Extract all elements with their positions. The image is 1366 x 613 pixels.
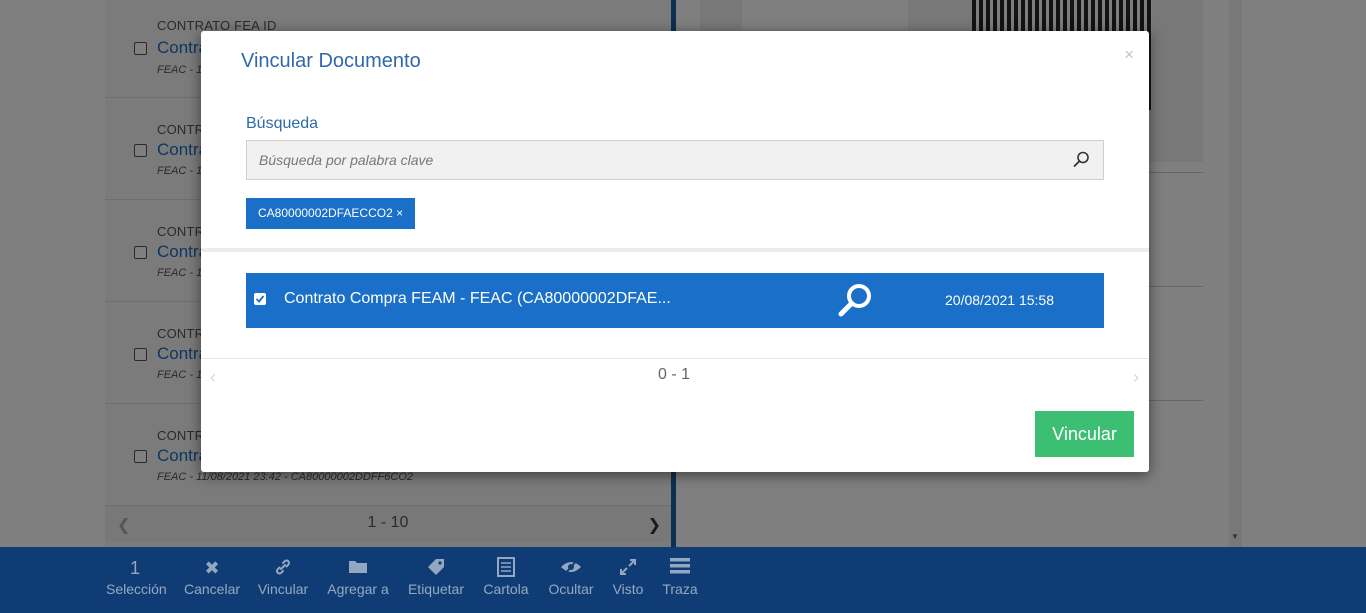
- toolbar-label: Agregar a: [327, 581, 389, 597]
- result-date: 20/08/2021 15:58: [945, 292, 1054, 308]
- eye-off-icon: [546, 557, 596, 579]
- close-icon[interactable]: ×: [1124, 45, 1134, 65]
- count-icon: 1: [129, 558, 140, 578]
- link-button[interactable]: Vincular: [256, 557, 310, 597]
- link-icon: [256, 557, 310, 579]
- link-document-modal: Vincular Documento × Búsqueda CA80000002…: [201, 31, 1149, 472]
- result-row[interactable]: Contrato Compra FEAM - FEAC (CA80000002D…: [246, 273, 1104, 328]
- toolbar-label: Traza: [662, 581, 698, 597]
- divider: [201, 248, 1149, 252]
- toolbar-label: Ocultar: [548, 581, 594, 597]
- toolbar-label: Cartola: [483, 581, 529, 597]
- result-pager: ‹ 0 - 1 ›: [201, 366, 1149, 388]
- chevron-right-icon[interactable]: ›: [1133, 367, 1139, 388]
- search-input[interactable]: [247, 141, 1057, 179]
- toolbar-label: Etiquetar: [407, 581, 465, 597]
- hide-button[interactable]: Ocultar: [546, 557, 596, 597]
- result-title: Contrato Compra FEAM - FEAC (CA80000002D…: [284, 290, 671, 307]
- x-icon: ✖: [204, 558, 220, 578]
- toolbar-label: Vincular: [257, 581, 309, 597]
- toolbar-label: Cancelar: [184, 581, 241, 597]
- magnifier-icon[interactable]: [836, 281, 876, 321]
- seen-button[interactable]: Visto: [610, 557, 646, 597]
- cancel-button[interactable]: ✖ Cancelar: [184, 557, 240, 597]
- add-to-button[interactable]: Agregar a: [327, 557, 389, 597]
- filter-tag-chip[interactable]: CA80000002DFAECCO2 ×: [246, 198, 416, 229]
- trace-button[interactable]: Traza: [662, 557, 698, 597]
- link-submit-button[interactable]: Vincular: [1035, 411, 1134, 457]
- toolbar-label: Selección: [106, 581, 167, 597]
- divider: [201, 358, 1149, 359]
- tag-icon: [406, 557, 466, 579]
- expand-icon: [610, 557, 646, 579]
- pager-text: 0 - 1: [657, 366, 690, 383]
- search-label: Búsqueda: [246, 115, 319, 132]
- check-icon: [255, 295, 265, 303]
- tag-button[interactable]: Etiquetar: [406, 557, 466, 597]
- result-checkbox[interactable]: [254, 293, 266, 305]
- search-field[interactable]: [246, 140, 1104, 180]
- search-icon[interactable]: [1073, 151, 1090, 168]
- cartola-button[interactable]: Cartola: [482, 557, 530, 597]
- list-icon: [662, 557, 698, 579]
- toolbar-label: Visto: [612, 581, 644, 597]
- selection-count: 1 Selección: [106, 557, 167, 597]
- list-doc-icon: [482, 557, 530, 579]
- bottom-toolbar: 1 Selección ✖ Cancelar Vincular Agregar …: [0, 547, 1366, 613]
- folder-icon: [327, 557, 389, 579]
- modal-title: Vincular Documento: [241, 50, 421, 72]
